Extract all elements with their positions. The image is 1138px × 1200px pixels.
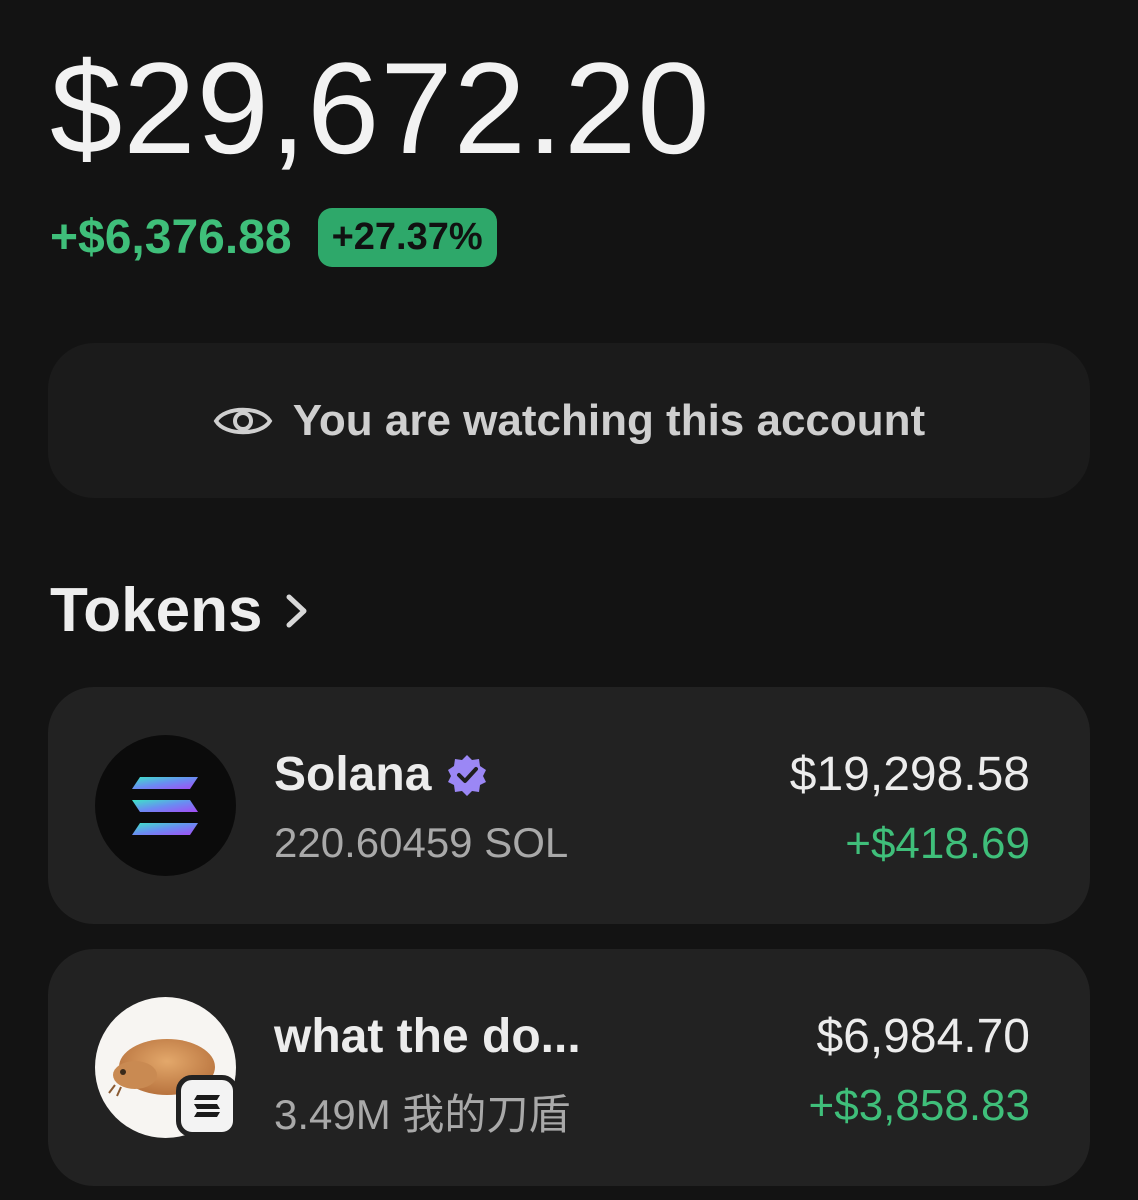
solana-logo-icon [95,735,236,876]
token-pnl: +$3,858.83 [808,1081,1030,1130]
token-name-container: Solana [274,747,489,802]
portfolio-change-percent-badge: +27.37% [317,208,497,267]
token-name: Solana [274,748,432,801]
token-pnl: +$418.69 [845,819,1030,868]
token-row-meme[interactable]: what the do... 3.49M 我的刀盾 $6,984.70 +$3,… [48,949,1090,1186]
token-row-solana[interactable]: Solana 220.60459 SOL $19,298.58 +$418.69 [48,687,1090,924]
chevron-right-icon [286,594,307,627]
token-value: $6,984.70 [816,1010,1030,1063]
token-name: what the do... [274,1010,581,1063]
solana-chain-badge-icon [176,1075,238,1137]
portfolio-change-amount: +$6,376.88 [50,211,292,264]
eye-icon [213,407,273,434]
watching-account-text: You are watching this account [292,395,926,445]
watching-account-banner: You are watching this account [48,343,1090,498]
tokens-section-title: Tokens [50,576,263,645]
token-value: $19,298.58 [789,748,1030,801]
token-quantity: 220.60459 SOL [274,819,569,866]
portfolio-change-row: +$6,376.88 +27.37% [50,208,497,267]
tokens-section-header[interactable]: Tokens [50,575,310,646]
verified-badge-icon [448,754,487,796]
portfolio-balance: $29,672.20 [50,35,711,181]
token-name-container: what the do... [274,1009,581,1064]
token-quantity: 3.49M 我的刀盾 [274,1091,571,1138]
